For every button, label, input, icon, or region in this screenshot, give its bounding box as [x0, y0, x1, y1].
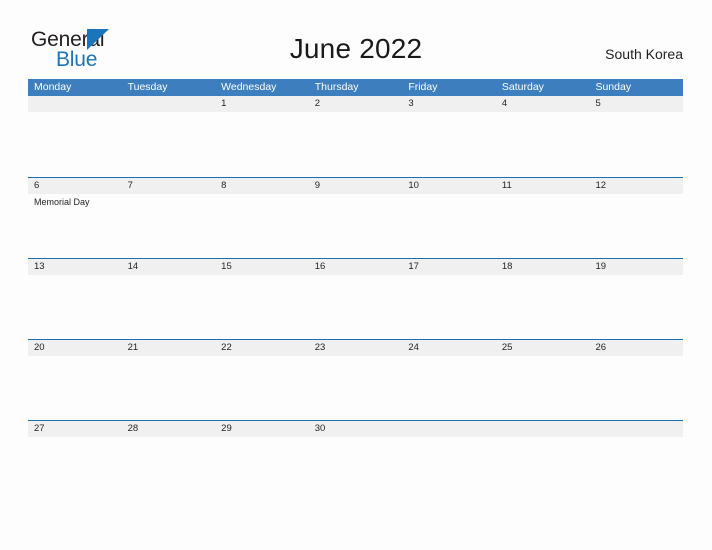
- day-number: 7: [127, 180, 133, 191]
- calendar-day-cell[interactable]: 27: [28, 421, 122, 501]
- day-number: 8: [221, 180, 227, 191]
- day-number: 16: [314, 261, 326, 272]
- calendar-day-cell[interactable]: 5: [589, 96, 683, 177]
- day-number: [34, 96, 122, 112]
- calendar-day-cell[interactable]: 15: [215, 259, 309, 339]
- calendar-empty-cell: [122, 96, 216, 177]
- calendar-day-cell[interactable]: 8: [215, 178, 309, 258]
- day-number: 19: [595, 261, 607, 272]
- calendar-week-row: 6 Memorial Day 7 8 9 10 11 12: [28, 177, 683, 258]
- calendar-day-cell[interactable]: 26: [589, 340, 683, 420]
- calendar-day-cell[interactable]: 17: [402, 259, 496, 339]
- day-number: 21: [127, 342, 139, 353]
- day-number: 23: [314, 342, 326, 353]
- calendar-day-cell[interactable]: 30: [309, 421, 403, 501]
- weekday-header-row: Monday Tuesday Wednesday Thursday Friday Satu…: [28, 79, 683, 96]
- calendar-day-cell[interactable]: 25: [496, 340, 590, 420]
- day-number: [408, 421, 496, 437]
- day-number: 12: [595, 180, 607, 191]
- weekday-header-sunday: Sunday: [595, 81, 632, 93]
- page-header: General Blue June 2022 South Korea: [0, 0, 712, 80]
- weekday-header-friday: Friday: [408, 81, 438, 93]
- calendar-empty-cell: [402, 421, 496, 501]
- calendar-day-cell[interactable]: 20: [28, 340, 122, 420]
- day-number: 17: [408, 261, 419, 272]
- day-number: 3: [408, 98, 414, 109]
- day-number: 11: [501, 180, 512, 191]
- calendar-body: 1 2 3 4 5 6 Memorial Day 7 8 9 10 11 12 13 14 15 16 17 18 1…: [28, 96, 683, 501]
- calendar-empty-cell: [589, 421, 683, 501]
- day-number: 25: [501, 342, 513, 353]
- day-number: 6: [34, 180, 40, 191]
- weekday-header-wednesday: Wednesday: [221, 81, 277, 93]
- day-number: 29: [221, 423, 232, 434]
- day-number: 1: [221, 98, 227, 109]
- calendar-empty-cell: [496, 421, 590, 501]
- calendar-day-cell[interactable]: 12: [589, 178, 683, 258]
- day-number: 4: [501, 98, 508, 109]
- calendar-day-cell[interactable]: 22: [215, 340, 309, 420]
- calendar-day-cell[interactable]: 13: [28, 259, 122, 339]
- calendar-day-cell[interactable]: 19: [589, 259, 683, 339]
- day-number: 13: [34, 261, 45, 272]
- calendar-day-cell[interactable]: 9: [309, 178, 403, 258]
- day-number: 24: [408, 342, 419, 353]
- calendar-day-cell[interactable]: 7: [122, 178, 216, 258]
- day-number: 2: [314, 98, 321, 109]
- day-number: 26: [595, 342, 607, 353]
- calendar-empty-cell: [28, 96, 122, 177]
- calendar-day-cell[interactable]: 4: [496, 96, 590, 177]
- day-number: 10: [408, 180, 419, 191]
- holiday-label: Memorial Day: [34, 197, 90, 207]
- calendar-day-cell[interactable]: 14: [122, 259, 216, 339]
- day-events: Memorial Day: [34, 194, 122, 208]
- calendar-day-cell[interactable]: 24: [402, 340, 496, 420]
- weekday-header-monday: Monday: [34, 81, 72, 93]
- weekday-header-saturday: Saturday: [501, 81, 544, 93]
- calendar-week-row: 20 21 22 23 24 25 26: [28, 339, 683, 420]
- day-number: [128, 96, 216, 112]
- calendar-table: Monday Tuesday Wednesday Thursday Friday Satu…: [28, 79, 683, 501]
- day-number: 30: [314, 423, 326, 434]
- calendar-day-cell[interactable]: 23: [309, 340, 403, 420]
- calendar-week-row: 27 28 29 30: [28, 420, 683, 501]
- day-number: 14: [127, 261, 139, 272]
- day-number: 5: [595, 98, 601, 109]
- calendar-day-cell[interactable]: 28: [122, 421, 216, 501]
- calendar-day-cell[interactable]: 21: [122, 340, 216, 420]
- day-number: 28: [127, 423, 139, 434]
- calendar-day-cell[interactable]: 18: [496, 259, 590, 339]
- calendar-day-cell[interactable]: 6 Memorial Day: [28, 178, 122, 258]
- day-number: [502, 421, 590, 437]
- day-number: 27: [34, 423, 45, 434]
- weekday-header-thursday: Thursday: [314, 81, 359, 93]
- day-number: 9: [314, 180, 321, 191]
- day-number: 20: [34, 342, 45, 353]
- day-number: [595, 421, 683, 437]
- calendar-day-cell[interactable]: 2: [309, 96, 403, 177]
- calendar-day-cell[interactable]: 29: [215, 421, 309, 501]
- calendar-day-cell[interactable]: 3: [402, 96, 496, 177]
- calendar-day-cell[interactable]: 11: [496, 178, 590, 258]
- day-number: 15: [221, 261, 232, 272]
- calendar-week-row: 13 14 15 16 17 18 19: [28, 258, 683, 339]
- calendar-day-cell[interactable]: 1: [215, 96, 309, 177]
- calendar-page: General Blue June 2022 South Korea Monda…: [0, 0, 712, 550]
- day-number: 18: [501, 261, 513, 272]
- calendar-day-cell[interactable]: 16: [309, 259, 403, 339]
- weekday-header-tuesday: Tuesday: [127, 81, 168, 93]
- calendar-week-row: 1 2 3 4 5: [28, 96, 683, 177]
- day-number: 22: [221, 342, 232, 353]
- calendar-day-cell[interactable]: 10: [402, 178, 496, 258]
- country-label: South Korea: [605, 46, 683, 62]
